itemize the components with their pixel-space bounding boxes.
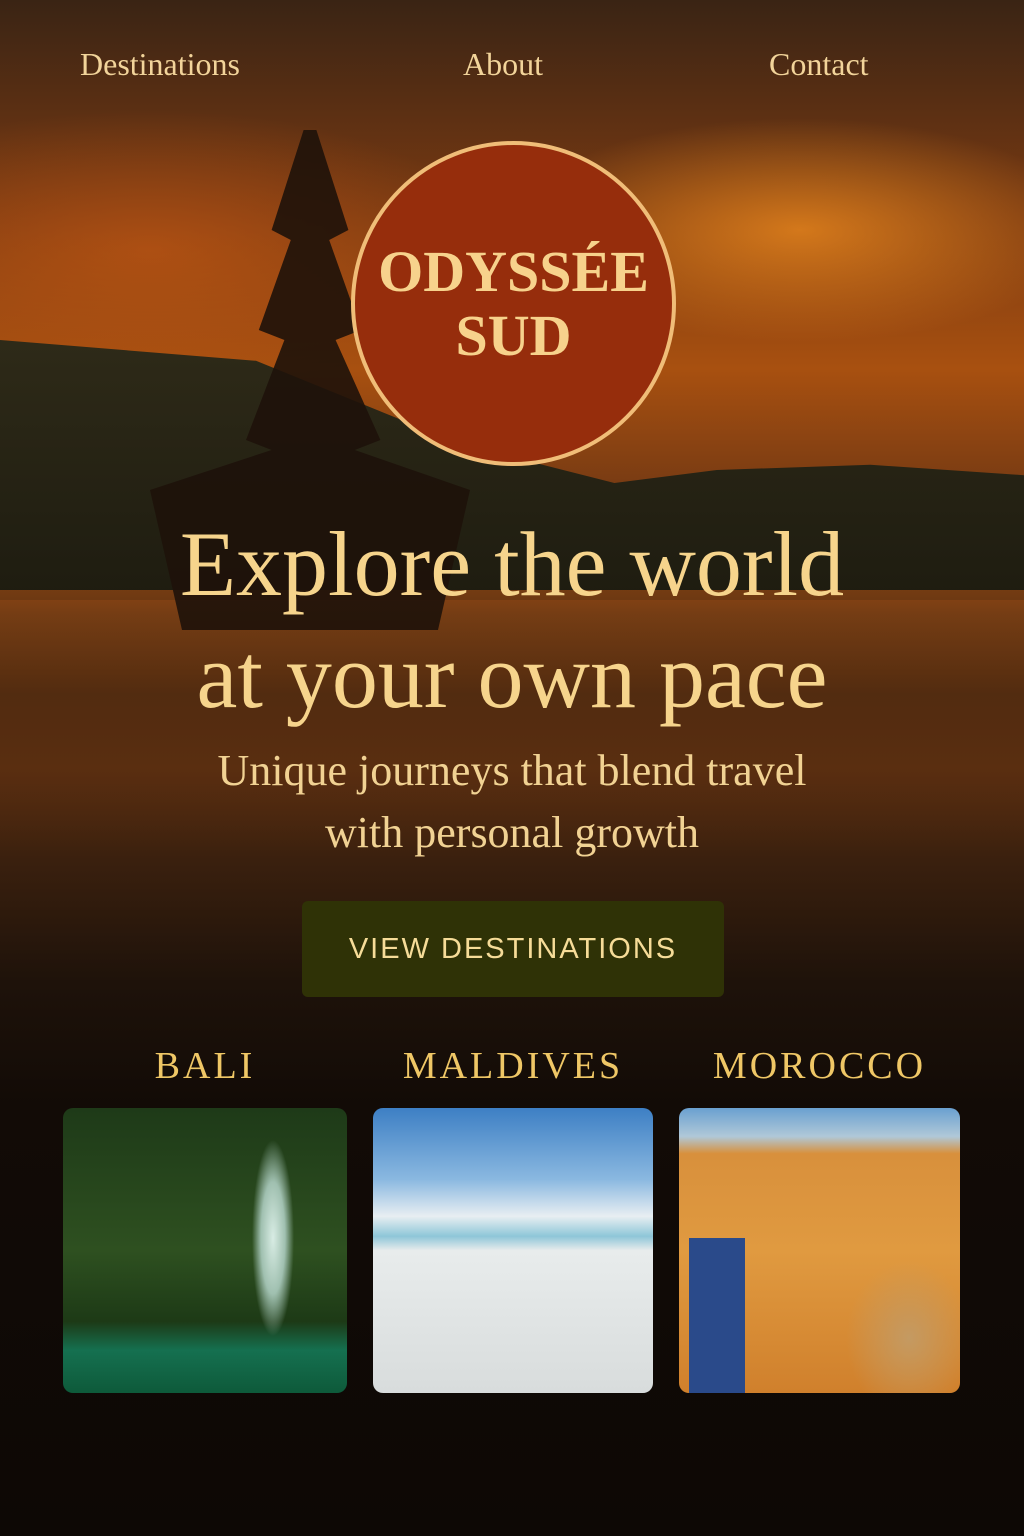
- destination-label-maldives[interactable]: MALDIVES: [373, 1044, 653, 1088]
- logo-line2: SUD: [455, 302, 572, 368]
- hero-subtitle-line2: with personal growth: [325, 808, 699, 857]
- view-destinations-button[interactable]: VIEW DESTINATIONS: [302, 901, 724, 997]
- morocco-desert-image[interactable]: [679, 1108, 960, 1393]
- nav-about[interactable]: About: [463, 46, 543, 83]
- bali-waterfall-image[interactable]: [63, 1108, 347, 1393]
- maldives-beach-image[interactable]: [373, 1108, 653, 1393]
- destination-label-morocco[interactable]: MOROCCO: [679, 1044, 960, 1088]
- hero-subtitle-line1: Unique journeys that blend travel: [217, 746, 807, 795]
- nav-contact[interactable]: Contact: [769, 46, 869, 83]
- destination-label-bali[interactable]: BALI: [63, 1044, 347, 1088]
- hero-title-line1: Explore the world: [179, 513, 845, 615]
- hero-title-line2: at your own pace: [196, 625, 828, 727]
- brand-logo[interactable]: ODYSSÉE SUD: [351, 141, 676, 466]
- logo-line1: ODYSSÉE: [378, 238, 649, 304]
- hero-subtitle: Unique journeys that blend travel with pe…: [0, 740, 1024, 864]
- nav-destinations[interactable]: Destinations: [80, 46, 240, 83]
- hero-title: Explore the world at your own pace: [0, 508, 1024, 732]
